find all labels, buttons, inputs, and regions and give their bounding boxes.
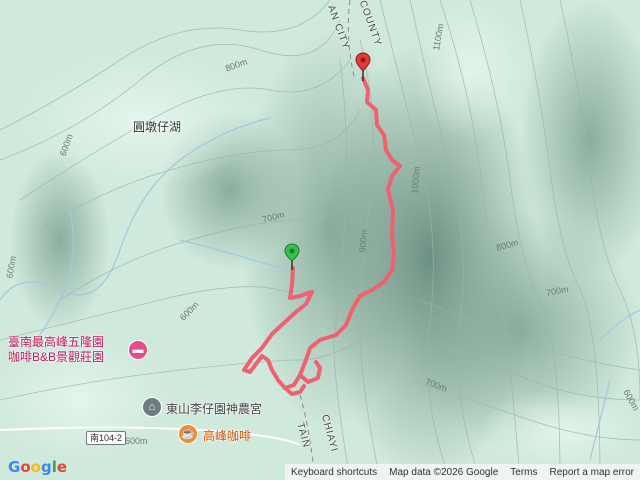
- contour-label: 600m: [125, 436, 148, 446]
- terms-link[interactable]: Terms: [504, 467, 543, 478]
- contour-label: 900m: [357, 229, 370, 253]
- place-label[interactable]: 圓墩仔湖: [133, 118, 181, 135]
- start-marker-icon[interactable]: [284, 243, 300, 271]
- google-logo[interactable]: Google: [8, 458, 67, 476]
- lodging-name-line2: 咖啡B&B景觀莊園: [8, 350, 105, 364]
- lodging-poi[interactable]: 臺南最高峰五隆園 咖啡B&B景觀莊園: [8, 335, 104, 365]
- temple-icon[interactable]: ⌂: [142, 397, 162, 417]
- road-shield: 南104-2: [86, 431, 127, 445]
- cafe-label[interactable]: 高峰咖啡: [203, 427, 251, 444]
- keyboard-shortcuts-link[interactable]: Keyboard shortcuts: [285, 467, 383, 478]
- terrain-map[interactable]: [0, 0, 640, 480]
- cafe-icon[interactable]: ☕: [178, 424, 198, 444]
- map-data-text: Map data ©2026 Google: [389, 466, 499, 478]
- end-marker-icon[interactable]: [355, 52, 371, 82]
- temple-label[interactable]: 東山李仔園神農宮: [166, 400, 262, 417]
- report-error-link[interactable]: Report a map error: [544, 467, 640, 478]
- bed-icon[interactable]: ▬: [128, 340, 148, 360]
- attribution-bar: Keyboard shortcuts Map data ©2026 Google…: [284, 464, 640, 480]
- lodging-name-line1: 臺南最高峰五隆園: [8, 335, 105, 349]
